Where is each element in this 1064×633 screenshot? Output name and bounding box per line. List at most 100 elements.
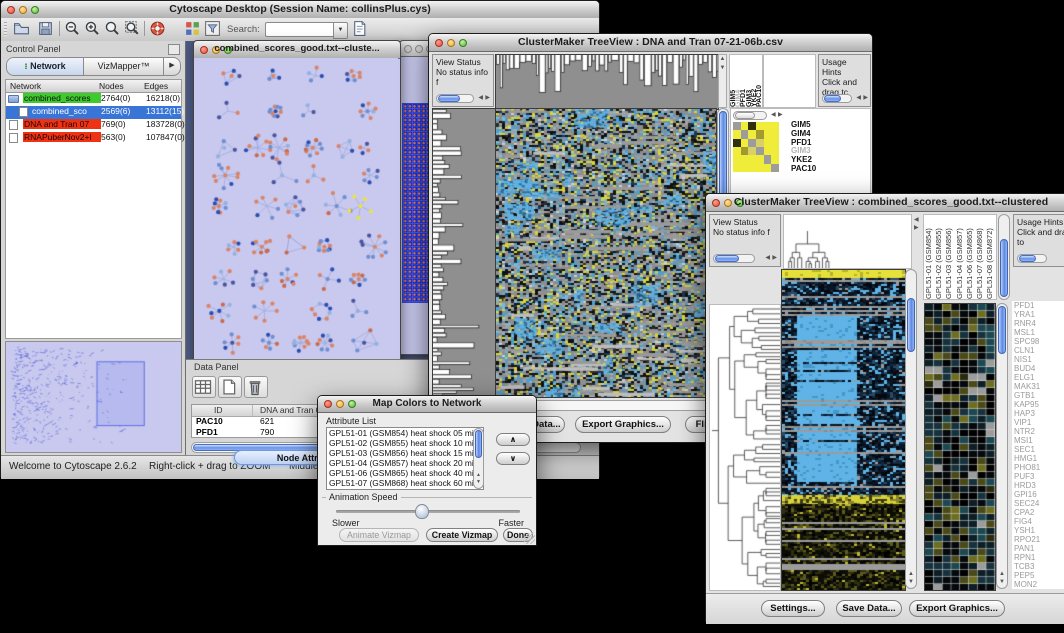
minimize-button[interactable] bbox=[415, 45, 423, 53]
network-row[interactable]: RNAPuberNov2+I 563(0) 107847(0) bbox=[6, 132, 181, 145]
move-down-button[interactable]: ∨ bbox=[496, 452, 530, 465]
matrix-cell[interactable] bbox=[748, 130, 756, 138]
delete-attribute-trash-icon[interactable] bbox=[244, 376, 268, 398]
vizmapper-grid-icon[interactable] bbox=[184, 20, 202, 38]
network-row[interactable]: DNA and Tran 07 769(0) 183728(0) bbox=[6, 119, 181, 132]
close-button[interactable] bbox=[404, 45, 412, 53]
gene-label[interactable]: PEP5 bbox=[1014, 571, 1064, 580]
table-header-row[interactable]: Network Nodes Edges bbox=[6, 80, 181, 93]
network-row-selected[interactable]: combined_sco 2569(6) 13112(15) bbox=[6, 106, 181, 119]
matrix-cell[interactable] bbox=[756, 130, 764, 138]
overview-canvas[interactable] bbox=[6, 342, 181, 452]
matrix-cell[interactable] bbox=[733, 147, 741, 155]
scroll-left-icon[interactable]: ◀ bbox=[856, 94, 861, 103]
id-column-header[interactable]: ID bbox=[214, 405, 223, 415]
view-status-scrollbar[interactable] bbox=[436, 94, 474, 103]
scroll-left-icon[interactable]: ◀ bbox=[771, 111, 776, 120]
col-header-network[interactable]: Network bbox=[10, 81, 41, 91]
filter-funnel-icon[interactable] bbox=[204, 20, 222, 38]
gene-label[interactable]: NIS1 bbox=[1014, 355, 1064, 364]
gene-label[interactable]: RNR4 bbox=[1014, 319, 1064, 328]
new-attribute-button[interactable] bbox=[218, 376, 242, 398]
matrix-cell[interactable] bbox=[756, 147, 764, 155]
gene-label[interactable]: RPN1 bbox=[1014, 553, 1064, 562]
matrix-cell[interactable] bbox=[764, 130, 772, 138]
gene-label[interactable]: CPA2 bbox=[1014, 508, 1064, 517]
network-window-title-bar[interactable]: combined_scores_good.txt--cluste... bbox=[194, 41, 400, 59]
tv2-settings-button[interactable]: Settings... bbox=[761, 600, 825, 617]
toolbar-handle[interactable] bbox=[4, 22, 7, 36]
usage-hints-scrollbar[interactable] bbox=[822, 94, 852, 103]
gene-label[interactable]: MAK31 bbox=[1014, 382, 1064, 391]
view-status-scrollbar[interactable] bbox=[713, 254, 755, 263]
attribute-select-button[interactable] bbox=[192, 376, 216, 398]
matrix-cell[interactable] bbox=[771, 147, 779, 155]
gene-label[interactable]: TCB3 bbox=[1014, 562, 1064, 571]
tab-vizmapper[interactable]: VizMapper™ bbox=[84, 58, 164, 75]
gene-label[interactable]: ELG1 bbox=[1014, 373, 1064, 382]
matrix-cell[interactable] bbox=[733, 155, 741, 163]
attribute-list-item[interactable]: GPL51-06 (GSM865) heat shock 40 min bbox=[329, 469, 481, 479]
gene-label[interactable]: MSL1 bbox=[1014, 328, 1064, 337]
tv2-title-bar[interactable]: ClusterMaker TreeView : combined_scores_… bbox=[706, 194, 1064, 212]
scroll-left-icon[interactable]: ◀ bbox=[765, 254, 770, 263]
tv2-column-dendrogram-cell[interactable] bbox=[783, 214, 912, 269]
matrix-cell[interactable] bbox=[756, 155, 764, 163]
zoom-in-button[interactable] bbox=[84, 20, 102, 38]
matrix-cell[interactable] bbox=[771, 155, 779, 163]
search-input[interactable] bbox=[265, 22, 334, 37]
scroll-right-icon[interactable]: ▶ bbox=[778, 111, 783, 120]
tv2-heatmap[interactable] bbox=[781, 269, 906, 591]
gene-label[interactable]: PAC10 bbox=[791, 165, 861, 174]
gene-label[interactable]: PAN1 bbox=[1014, 544, 1064, 553]
gene-label[interactable]: BUD4 bbox=[1014, 364, 1064, 373]
attribute-list-item[interactable]: GPL51-02 (GSM855) heat shock 10 min bbox=[329, 439, 481, 449]
matrix-cell[interactable] bbox=[756, 164, 764, 172]
col-header-nodes[interactable]: Nodes bbox=[99, 81, 124, 91]
resize-grip[interactable] bbox=[524, 533, 535, 544]
help-lifering-icon[interactable] bbox=[149, 20, 167, 38]
gene-label[interactable]: HRD3 bbox=[1014, 481, 1064, 490]
gene-label[interactable]: RPO21 bbox=[1014, 535, 1064, 544]
matrix-cell[interactable] bbox=[748, 155, 756, 163]
matrix-cell[interactable] bbox=[771, 122, 779, 130]
tv1-heatmap[interactable] bbox=[495, 108, 717, 398]
scroll-down-icon[interactable]: ▼ bbox=[999, 578, 1005, 587]
matrix-cell[interactable] bbox=[733, 130, 741, 138]
gene-label[interactable]: NTR2 bbox=[1014, 427, 1064, 436]
attribute-list-vscrollbar[interactable]: ▲ ▼ bbox=[473, 428, 484, 489]
gene-label[interactable]: GPI16 bbox=[1014, 490, 1064, 499]
gene-label[interactable]: YSH1 bbox=[1014, 526, 1064, 535]
matrix-cell[interactable] bbox=[771, 164, 779, 172]
tv2-save-data-button[interactable]: Save Data... bbox=[836, 600, 902, 617]
matrix-cell[interactable] bbox=[733, 122, 741, 130]
gene-label[interactable]: HAP3 bbox=[1014, 409, 1064, 418]
usage-hints-scrollbar[interactable] bbox=[1017, 254, 1047, 263]
tv2-column-dendrogram[interactable] bbox=[784, 215, 911, 268]
dialog-title-bar[interactable]: Map Colors to Network bbox=[318, 396, 536, 413]
matrix-cell[interactable] bbox=[771, 130, 779, 138]
tab-more-arrow[interactable]: ▶ bbox=[164, 58, 180, 75]
tv1-dendro-scroll-strip[interactable]: ▲▼ bbox=[718, 54, 727, 108]
gene-label[interactable]: PFD1 bbox=[1014, 301, 1064, 310]
zoom-fit-button[interactable] bbox=[104, 20, 122, 38]
gene-label[interactable]: MSI1 bbox=[1014, 436, 1064, 445]
gene-label[interactable]: PHO81 bbox=[1014, 463, 1064, 472]
scroll-right-icon[interactable]: ▶ bbox=[772, 254, 777, 263]
attribute-list-item[interactable]: GPL51-03 (GSM856) heat shock 15 min bbox=[329, 449, 481, 459]
gene-label[interactable]: PUF3 bbox=[1014, 472, 1064, 481]
matrix-cell[interactable] bbox=[733, 164, 741, 172]
matrix-cell[interactable] bbox=[733, 139, 741, 147]
main-title-bar[interactable]: Cytoscape Desktop (Session Name: collins… bbox=[1, 1, 599, 19]
annotation-doc-icon[interactable] bbox=[351, 20, 369, 38]
tv2-export-graphics-button[interactable]: Export Graphics... bbox=[909, 600, 1005, 617]
scroll-right-icon[interactable]: ▶ bbox=[914, 224, 919, 233]
tv1-column-dendrogram[interactable] bbox=[495, 54, 719, 110]
gene-label[interactable]: GTB1 bbox=[1014, 391, 1064, 400]
matrix-cell[interactable] bbox=[741, 139, 749, 147]
matrix-cell[interactable] bbox=[764, 164, 772, 172]
gene-label[interactable]: HMG1 bbox=[1014, 454, 1064, 463]
matrix-cell[interactable] bbox=[764, 155, 772, 163]
scroll-down-icon[interactable]: ▼ bbox=[476, 478, 481, 487]
matrix-cell[interactable] bbox=[741, 122, 749, 130]
